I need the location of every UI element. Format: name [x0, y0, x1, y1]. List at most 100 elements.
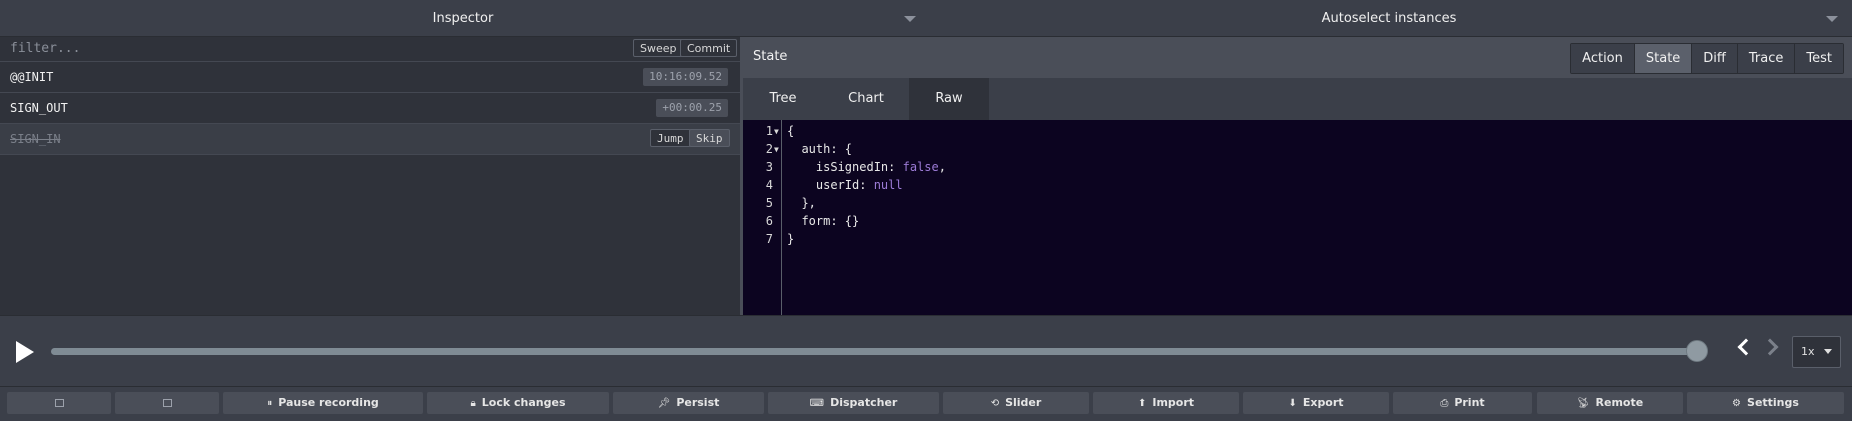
- code-punct: ,: [938, 160, 946, 174]
- dispatcher-button[interactable]: ⌨ Dispatcher: [768, 392, 939, 414]
- tab-chart[interactable]: Chart: [826, 78, 906, 120]
- tab-action[interactable]: Action: [1571, 44, 1635, 73]
- filter-input[interactable]: filter...: [10, 41, 80, 56]
- code-key: userId:: [787, 178, 874, 192]
- toggle-right-panel-button[interactable]: [115, 392, 219, 414]
- line-number: 5: [765, 196, 773, 210]
- button-label: Print: [1454, 396, 1485, 409]
- list-item[interactable]: @@INIT 10:16:09.52: [0, 62, 740, 93]
- slider-button[interactable]: ⟲ Slider: [943, 392, 1089, 414]
- button-label: Remote: [1595, 396, 1644, 409]
- pause-recording-button[interactable]: ⏸ Pause recording: [223, 392, 423, 414]
- speed-value: 1x: [1801, 345, 1815, 358]
- tab-trace[interactable]: Trace: [1737, 44, 1796, 73]
- speed-select[interactable]: 1x: [1792, 336, 1841, 368]
- print-button[interactable]: ⎙ Print: [1393, 392, 1532, 414]
- code-line: auth: {: [787, 142, 853, 156]
- button-label: Slider: [1005, 396, 1042, 409]
- lock-icon: 🔒︎: [470, 398, 476, 409]
- line-number-gutter: 1 ▼ 2 ▼ 3 4 5 6 7: [743, 120, 782, 315]
- monitor-tabs: Action State Diff Trace Test: [1570, 43, 1844, 74]
- action-time: 10:16:09.52: [643, 68, 728, 86]
- remote-button[interactable]: 📡︎ Remote: [1537, 392, 1683, 414]
- skip-button[interactable]: Skip: [689, 129, 730, 147]
- sweep-button[interactable]: Sweep: [633, 39, 684, 57]
- code-line: {: [787, 124, 795, 138]
- instance-select[interactable]: Autoselect instances: [926, 0, 1852, 36]
- jump-button[interactable]: Jump: [650, 129, 691, 147]
- button-label: Dispatcher: [830, 396, 898, 409]
- chevron-left-icon[interactable]: [1737, 338, 1755, 356]
- print-icon: ⎙: [1440, 398, 1449, 409]
- button-label: Settings: [1747, 396, 1799, 409]
- slider-bar: 1x: [0, 315, 1852, 386]
- timeline-handle[interactable]: [1686, 340, 1708, 362]
- monitor-select-label: Inspector: [432, 11, 494, 26]
- action-name: SIGN_IN: [10, 132, 61, 146]
- state-header: State Action State Diff Trace Test: [743, 37, 1852, 78]
- filter-row: filter... Sweep Commit: [0, 37, 740, 62]
- action-list-panel: filter... Sweep Commit @@INIT 10:16:09.5…: [0, 37, 743, 315]
- persist-button[interactable]: 📌︎ Persist: [613, 392, 764, 414]
- settings-button[interactable]: ⚙ Settings: [1687, 392, 1844, 414]
- pause-circle-icon: ⏸: [267, 398, 273, 409]
- line-number: 4: [765, 178, 773, 192]
- tab-raw[interactable]: Raw: [909, 78, 989, 120]
- chevron-right-icon[interactable]: [1761, 338, 1779, 356]
- tab-test[interactable]: Test: [1795, 44, 1843, 73]
- caret-down-icon: [1824, 349, 1832, 354]
- code-line: }: [787, 232, 795, 246]
- line-number: 2: [765, 142, 773, 156]
- commit-button[interactable]: Commit: [680, 39, 738, 57]
- broadcast-icon: 📡︎: [1576, 398, 1590, 409]
- fold-arrow-icon[interactable]: ▼: [774, 145, 779, 154]
- monitor-select[interactable]: Inspector: [0, 0, 926, 36]
- toggle-left-panel-button[interactable]: [7, 392, 111, 414]
- line-number: 7: [765, 232, 773, 246]
- fold-arrow-icon[interactable]: ▼: [774, 127, 779, 136]
- play-icon[interactable]: [16, 341, 34, 363]
- lock-changes-button[interactable]: 🔒︎ Lock changes: [427, 392, 609, 414]
- line-number: 6: [765, 214, 773, 228]
- code-value: null: [873, 178, 903, 192]
- panel-title: State: [753, 49, 788, 64]
- state-panel: State Action State Diff Trace Test Tree …: [743, 37, 1852, 315]
- import-button[interactable]: ⬆ Import: [1093, 392, 1239, 414]
- action-time: +00:00.25: [656, 99, 728, 117]
- action-name: @@INIT: [10, 70, 54, 84]
- top-bar: Inspector Autoselect instances: [0, 0, 1852, 37]
- chevron-down-icon: [1826, 16, 1838, 22]
- list-item[interactable]: SIGN_OUT +00:00.25: [0, 93, 740, 124]
- pin-icon: 📌︎: [657, 398, 671, 409]
- keyboard-icon: ⌨: [809, 398, 825, 409]
- code-value: false: [902, 160, 939, 174]
- panel-right-icon: [162, 399, 172, 407]
- button-label: Persist: [676, 396, 720, 409]
- code-key: isSignedIn:: [787, 160, 903, 174]
- chevron-down-icon: [904, 16, 916, 22]
- code-line: },: [787, 196, 816, 210]
- raw-state-editor[interactable]: 1 ▼ 2 ▼ 3 4 5 6 7 { auth: { isSignedIn: …: [743, 120, 1852, 315]
- tab-tree[interactable]: Tree: [743, 78, 823, 120]
- button-label: Export: [1302, 396, 1344, 409]
- list-item[interactable]: SIGN_IN Jump Skip: [0, 124, 740, 155]
- button-label: Lock changes: [481, 396, 566, 409]
- instance-select-label: Autoselect instances: [1321, 11, 1457, 26]
- download-icon: ⬇: [1288, 398, 1297, 409]
- action-name: SIGN_OUT: [10, 101, 68, 115]
- tab-diff[interactable]: Diff: [1692, 44, 1738, 73]
- upload-icon: ⬆: [1137, 398, 1147, 409]
- code-line: userId: null: [787, 178, 903, 192]
- line-number: 1: [765, 124, 773, 138]
- view-tabs: Tree Chart Raw: [743, 78, 1852, 120]
- line-number: 3: [765, 160, 773, 174]
- button-label: Import: [1152, 396, 1195, 409]
- code-line: form: {}: [787, 214, 860, 228]
- code-line: isSignedIn: false,: [787, 160, 946, 174]
- tab-state[interactable]: State: [1634, 44, 1693, 73]
- history-icon: ⟲: [990, 398, 1000, 409]
- export-button[interactable]: ⬇ Export: [1243, 392, 1389, 414]
- timeline-track[interactable]: [51, 348, 1696, 355]
- gear-icon: ⚙: [1732, 398, 1742, 409]
- button-label: Pause recording: [278, 396, 379, 409]
